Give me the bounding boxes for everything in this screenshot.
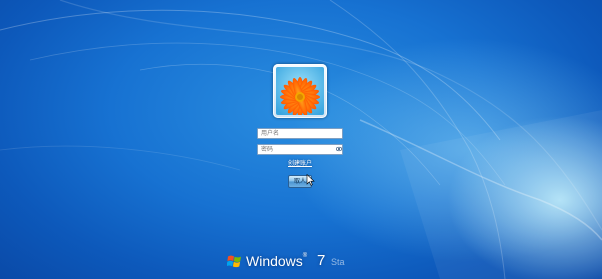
flower-picture [276,67,324,115]
password-input[interactable] [257,144,343,155]
login-panel: 创建账户 取人 [252,64,352,196]
brand-version: 7 [317,252,326,269]
login-screen: 创建账户 取人 Windows® 7 Sta [0,0,602,279]
reveal-password-icon[interactable] [336,146,342,152]
windows-branding: Windows® 7 Sta [227,252,367,274]
windows-flag-icon [227,255,241,268]
username-input[interactable] [257,128,343,139]
user-avatar[interactable] [273,64,327,118]
mouse-cursor-icon [306,174,315,186]
brand-edition: Sta [331,257,345,267]
brand-name: Windows® [246,253,308,269]
create-account-link[interactable]: 创建账户 [252,158,348,167]
